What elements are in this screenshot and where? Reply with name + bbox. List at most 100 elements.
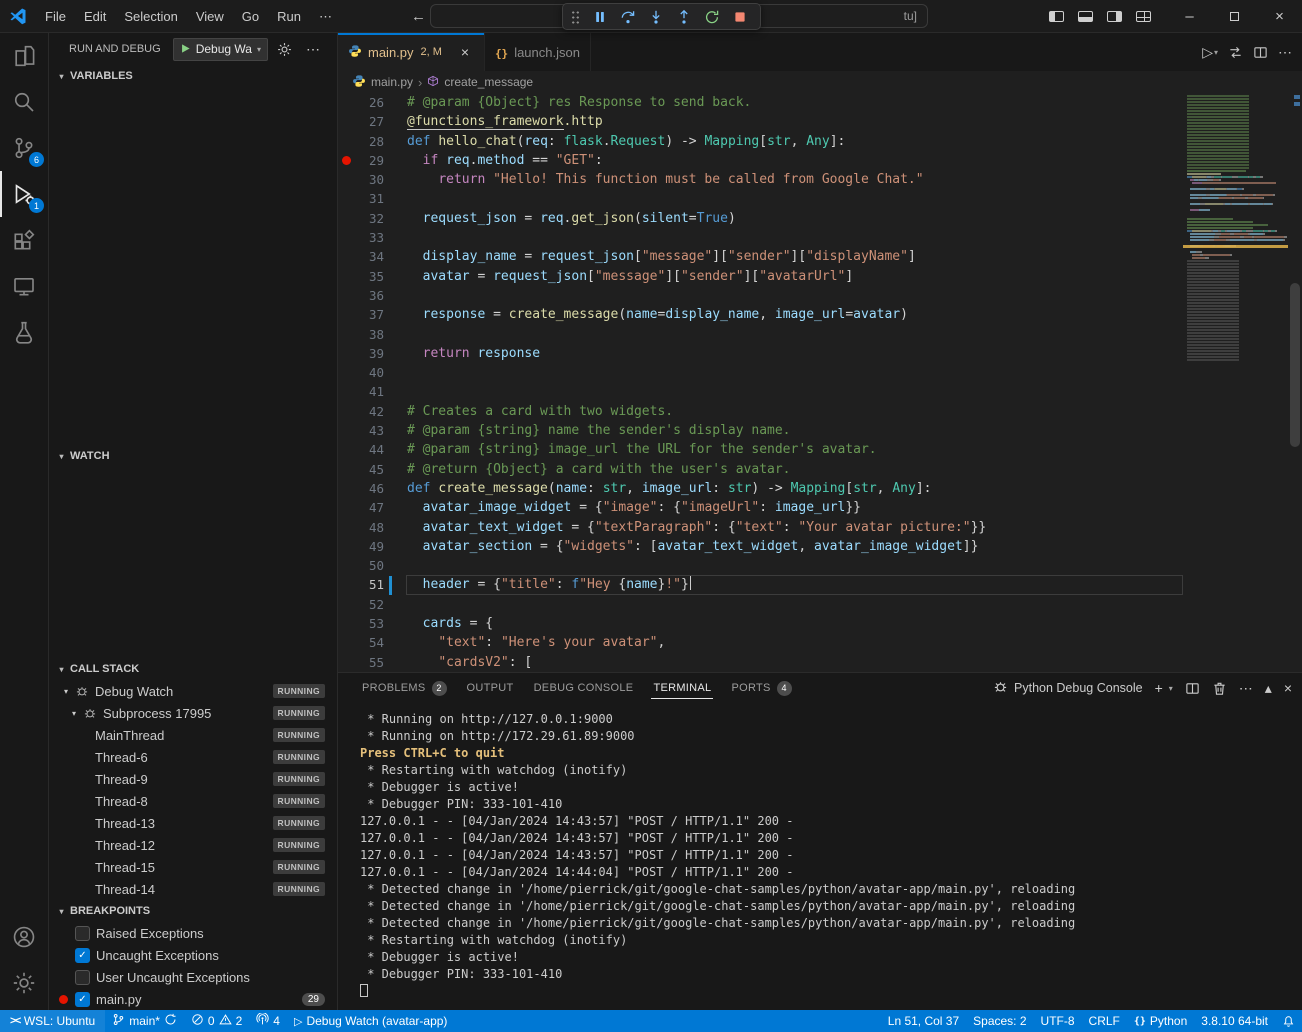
pause-button[interactable] — [588, 5, 612, 29]
menu-selection[interactable]: Selection — [115, 0, 186, 33]
terminal-profile[interactable]: Python Debug Console — [993, 679, 1143, 697]
gutter[interactable]: 54 — [338, 633, 406, 652]
call-stack-row[interactable]: Thread-14RUNNING — [49, 878, 337, 900]
panel-tab-debug-console[interactable]: DEBUG CONSOLE — [524, 673, 644, 703]
checkbox[interactable]: ✓ — [75, 948, 90, 963]
tab-launch.json[interactable]: {}launch.json — [485, 33, 591, 71]
checkbox[interactable]: ✓ — [75, 992, 90, 1007]
gutter[interactable]: 50 — [338, 556, 406, 575]
breadcrumb-symbol[interactable]: create_message — [444, 75, 533, 89]
menu-edit[interactable]: Edit — [75, 0, 115, 33]
drag-grip-icon[interactable] — [571, 9, 580, 24]
gutter[interactable]: 45 — [338, 460, 406, 479]
gutter[interactable]: 44 — [338, 440, 406, 459]
activity-source-control[interactable]: 6 — [0, 125, 48, 171]
tab-main.py[interactable]: main.py2, M× — [338, 33, 485, 71]
activity-search[interactable] — [0, 79, 48, 125]
sidebar-more-actions-icon[interactable]: ⋯ — [302, 38, 324, 60]
watch-section-header[interactable]: ▾ WATCH — [49, 445, 337, 467]
activity-explorer[interactable] — [0, 33, 48, 79]
gutter[interactable]: 31 — [338, 189, 406, 208]
gutter[interactable]: 48 — [338, 518, 406, 537]
breadcrumb-file[interactable]: main.py — [371, 75, 413, 89]
gutter[interactable]: 37 — [338, 305, 406, 324]
gutter[interactable]: 35 — [338, 267, 406, 286]
breakpoint-row[interactable]: ✓main.py29 — [49, 988, 337, 1010]
ports-indicator[interactable]: 4 — [249, 1010, 287, 1032]
maximize-button[interactable] — [1212, 0, 1257, 33]
gutter[interactable]: 52 — [338, 595, 406, 614]
checkbox[interactable] — [75, 926, 90, 941]
call-stack-row[interactable]: ▾Debug WatchRUNNING — [49, 680, 337, 702]
menu-overflow-icon[interactable]: ⋯ — [310, 0, 341, 33]
call-stack-row[interactable]: Thread-13RUNNING — [49, 812, 337, 834]
gutter[interactable]: 38 — [338, 325, 406, 344]
panel-tab-output[interactable]: OUTPUT — [457, 673, 524, 703]
menu-view[interactable]: View — [187, 0, 233, 33]
split-editor-icon[interactable] — [1253, 45, 1268, 60]
gutter[interactable]: 34 — [338, 247, 406, 266]
gutter[interactable]: 53 — [338, 614, 406, 633]
step-into-button[interactable] — [644, 5, 668, 29]
gutter[interactable]: 40 — [338, 363, 406, 382]
menu-run[interactable]: Run — [268, 0, 310, 33]
toggle-panel-icon[interactable] — [1078, 11, 1093, 22]
menu-go[interactable]: Go — [233, 0, 268, 33]
gutter[interactable]: 30 — [338, 170, 406, 189]
maximize-panel-icon[interactable]: ▴ — [1265, 680, 1272, 697]
gutter[interactable]: 36 — [338, 286, 406, 305]
gutter[interactable]: 28 — [338, 132, 406, 151]
breakpoints-section-header[interactable]: ▾ BREAKPOINTS — [49, 900, 337, 922]
overview-ruler[interactable] — [1288, 93, 1302, 672]
call-stack-row[interactable]: MainThreadRUNNING — [49, 724, 337, 746]
sync-icon[interactable] — [164, 1013, 177, 1029]
call-stack-row[interactable]: Thread-9RUNNING — [49, 768, 337, 790]
breakpoint-dot[interactable] — [342, 156, 351, 165]
call-stack-row[interactable]: ▾Subprocess 17995RUNNING — [49, 702, 337, 724]
variables-section-header[interactable]: ▾ VARIABLES — [49, 65, 337, 87]
panel-tab-ports[interactable]: PORTS4 — [721, 673, 801, 703]
activity-run-and-debug[interactable]: 1 — [0, 171, 48, 217]
step-out-button[interactable] — [672, 5, 696, 29]
close-panel-icon[interactable]: × — [1284, 680, 1292, 696]
terminal[interactable]: * Running on http://127.0.0.1:9000 * Run… — [338, 703, 1302, 1010]
activity-settings[interactable] — [0, 960, 48, 1006]
stop-button[interactable] — [728, 5, 752, 29]
call-stack-row[interactable]: Thread-15RUNNING — [49, 856, 337, 878]
breakpoint-row[interactable]: Raised Exceptions — [49, 922, 337, 944]
activity-accounts[interactable] — [0, 914, 48, 960]
gutter[interactable]: 39 — [338, 344, 406, 363]
minimize-button[interactable]: – — [1167, 0, 1212, 33]
panel-more-actions-icon[interactable]: ⋯ — [1239, 680, 1253, 697]
gutter[interactable]: 49 — [338, 537, 406, 556]
debug-settings-gear-icon[interactable] — [274, 38, 296, 60]
breakpoint-row[interactable]: User Uncaught Exceptions — [49, 966, 337, 988]
remote-indicator[interactable]: >< WSL: Ubuntu — [0, 1010, 105, 1032]
call-stack-row[interactable]: Thread-8RUNNING — [49, 790, 337, 812]
close-window-button[interactable]: × — [1257, 0, 1302, 33]
panel-tab-problems[interactable]: PROBLEMS2 — [352, 673, 457, 703]
eol-sequence[interactable]: CRLF — [1082, 1010, 1127, 1032]
notifications-bell-icon[interactable] — [1275, 1010, 1302, 1032]
checkbox[interactable] — [75, 970, 90, 985]
customize-layout-icon[interactable] — [1136, 11, 1151, 22]
branch-indicator[interactable]: main* — [105, 1010, 184, 1032]
gutter[interactable]: 32 — [338, 209, 406, 228]
activity-extensions[interactable] — [0, 217, 48, 263]
minimap[interactable] — [1183, 93, 1288, 672]
problems-indicator[interactable]: 0 2 — [184, 1010, 249, 1032]
activity-remote-explorer[interactable] — [0, 263, 48, 309]
open-changes-icon[interactable] — [1228, 45, 1243, 60]
breakpoint-row[interactable]: ✓Uncaught Exceptions — [49, 944, 337, 966]
navigate-back-icon[interactable]: ← — [411, 8, 426, 25]
panel-tab-terminal[interactable]: TERMINAL — [643, 673, 721, 703]
new-terminal-button[interactable]: + — [1155, 680, 1163, 696]
encoding[interactable]: UTF-8 — [1034, 1010, 1082, 1032]
split-terminal-icon[interactable] — [1185, 681, 1200, 696]
python-interpreter[interactable]: 3.8.10 64-bit — [1194, 1010, 1275, 1032]
gutter[interactable]: 51 — [338, 575, 406, 594]
language-mode[interactable]: {} Python — [1127, 1010, 1194, 1032]
toggle-primary-sidebar-icon[interactable] — [1049, 11, 1064, 22]
gutter[interactable]: 29 — [338, 151, 406, 170]
gutter[interactable]: 55 — [338, 653, 406, 672]
